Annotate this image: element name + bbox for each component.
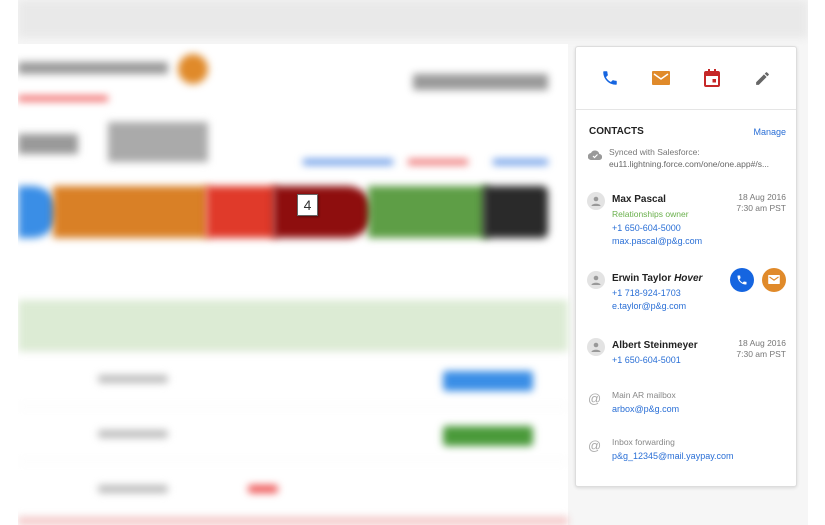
mailbox-email-link[interactable]: p&g_12345@mail.yaypay.com (612, 450, 786, 464)
mailbox-item: @ Main AR mailbox arbox@p&g.com (576, 389, 796, 416)
top-bar (18, 0, 808, 38)
cloud-check-icon (588, 150, 602, 160)
phone-link[interactable]: +1 650-604-5000 (612, 222, 786, 236)
email-link[interactable]: e.taylor@p&g.com (612, 300, 786, 314)
action-bar (576, 47, 796, 110)
avatar (587, 270, 605, 289)
contact-item: Max Pascal Relationships owner +1 650-60… (576, 192, 796, 249)
calendar-icon[interactable] (700, 66, 724, 90)
phone-link[interactable]: +1 718-924-1703 (612, 287, 786, 301)
salesforce-sync: Synced with Salesforce: eu11.lightning.fo… (576, 137, 796, 170)
email-link[interactable]: max.pascal@p&g.com (612, 235, 786, 249)
email-button[interactable] (762, 267, 786, 292)
avatar (587, 337, 605, 356)
at-icon: @ (588, 391, 602, 406)
contact-item: Erwin Taylor Hover +1 718-924-1703 e.tay… (576, 267, 796, 314)
contacts-title: CONTACTS (589, 126, 644, 137)
contacts-panel: CONTACTS Manage Synced with Salesforce: e… (575, 46, 797, 487)
mailbox-item: @ Inbox forwarding p&g_12345@mail.yaypay… (576, 436, 796, 463)
at-icon: @ (588, 438, 602, 453)
contact-date: 18 Aug 2016 7:30 am PST (736, 192, 786, 213)
step-marker: 4 (297, 194, 318, 216)
avatar (587, 192, 605, 210)
contact-item: Albert Steinmeyer +1 650-604-5001 18 Aug… (576, 337, 796, 368)
contact-date: 18 Aug 2016 7:30 am PST (736, 337, 786, 359)
mail-icon[interactable] (649, 66, 673, 90)
call-button[interactable] (730, 267, 754, 292)
manage-link[interactable]: Manage (753, 127, 786, 137)
mailbox-email-link[interactable]: arbox@p&g.com (612, 403, 786, 417)
pencil-icon[interactable] (751, 66, 775, 90)
phone-icon[interactable] (598, 66, 622, 90)
